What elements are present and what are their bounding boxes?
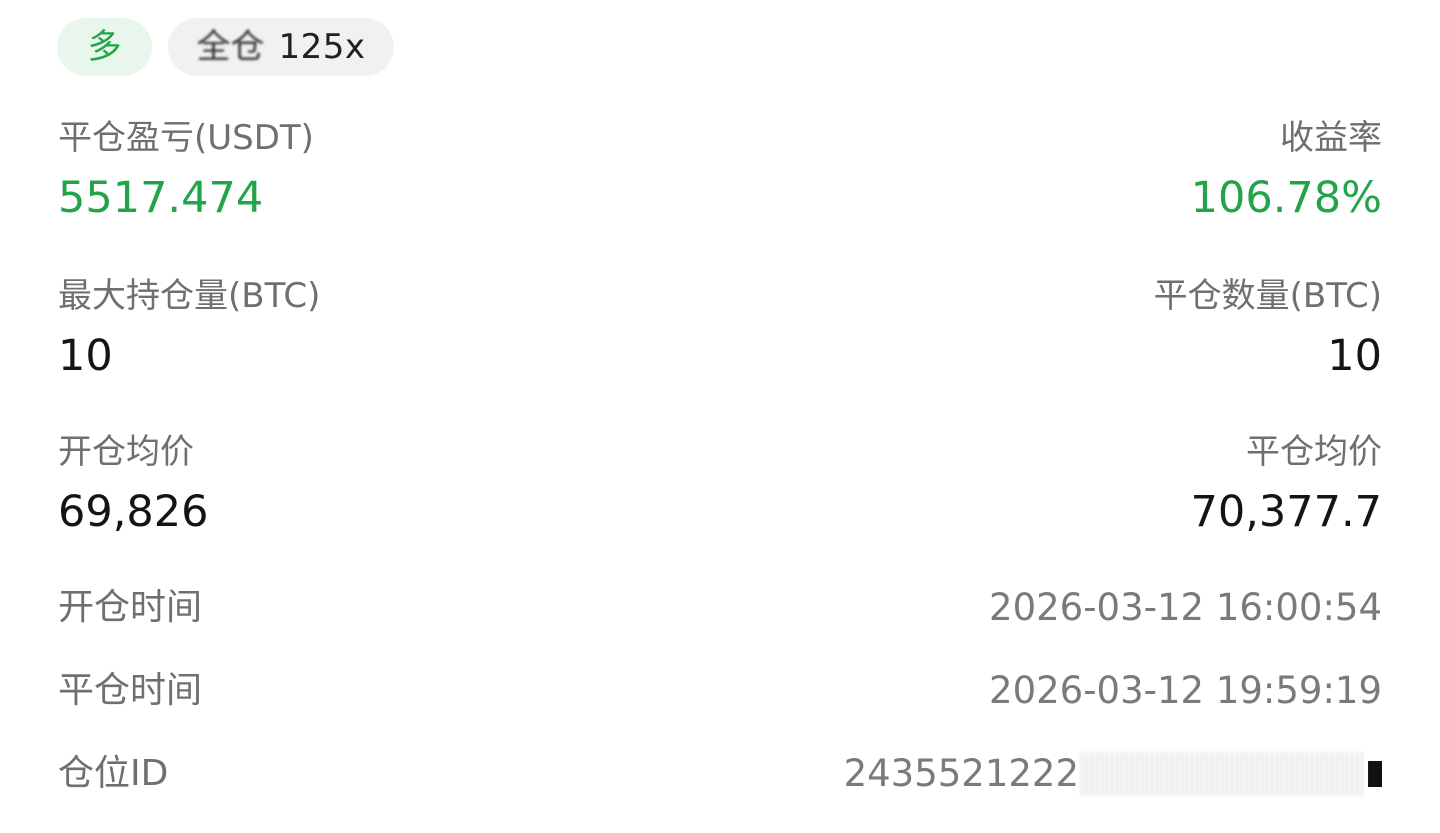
open-time-value: 2026-03-12 16:00:54 bbox=[989, 585, 1382, 629]
avg-open-label: 开仓均价 bbox=[58, 432, 194, 472]
roi-value: 106.78% bbox=[1190, 172, 1382, 223]
position-id-end-mark bbox=[1368, 760, 1382, 787]
close-qty-value: 10 bbox=[1327, 330, 1382, 381]
quantity-row: 最大持仓量(BTC) 10 平仓数量(BTC) 10 bbox=[58, 276, 1382, 382]
position-id-label: 仓位ID bbox=[58, 753, 169, 795]
max-position-label: 最大持仓量(BTC) bbox=[58, 276, 321, 316]
close-time-label: 平仓时间 bbox=[58, 670, 203, 712]
max-position-block: 最大持仓量(BTC) 10 bbox=[58, 276, 320, 382]
avg-close-block: 平仓均价 70,377.7 bbox=[1191, 432, 1382, 538]
open-time-label: 开仓时间 bbox=[58, 587, 203, 629]
position-detail-page: 多 全仓 125x 平仓盈亏(USDT) 5517.474 收益率 106.78… bbox=[0, 0, 1440, 833]
close-qty-block: 平仓数量(BTC) 10 bbox=[1154, 276, 1382, 382]
pnl-block: 平仓盈亏(USDT) 5517.474 bbox=[58, 118, 314, 224]
direction-tag: 多 bbox=[57, 18, 152, 76]
position-id-value[interactable]: 2435521222 bbox=[844, 752, 1079, 796]
pnl-value: 5517.474 bbox=[58, 172, 264, 223]
margin-leverage-tag: 全仓 125x bbox=[168, 18, 394, 76]
margin-mode-label: 全仓 bbox=[196, 27, 265, 67]
close-time-row: 平仓时间 2026-03-12 19:59:19 bbox=[58, 665, 1382, 717]
avg-close-value: 70,377.7 bbox=[1190, 486, 1382, 537]
pnl-row: 平仓盈亏(USDT) 5517.474 收益率 106.78% bbox=[58, 118, 1382, 224]
leverage-label: 125x bbox=[278, 27, 366, 67]
position-id-wrap: 2435521222 bbox=[844, 752, 1382, 796]
avg-open-block: 开仓均价 69,826 bbox=[58, 432, 208, 538]
max-position-value: 10 bbox=[58, 330, 113, 381]
avg-price-row: 开仓均价 69,826 平仓均价 70,377.7 bbox=[58, 432, 1382, 538]
avg-close-label: 平仓均价 bbox=[1246, 432, 1382, 472]
avg-open-value: 69,826 bbox=[58, 486, 209, 537]
position-id-redaction bbox=[1081, 751, 1366, 796]
open-time-row: 开仓时间 2026-03-12 16:00:54 bbox=[58, 582, 1382, 634]
direction-label: 多 bbox=[87, 27, 122, 67]
roi-label: 收益率 bbox=[1280, 118, 1382, 158]
close-qty-label: 平仓数量(BTC) bbox=[1153, 276, 1382, 316]
position-id-row: 仓位ID 2435521222 bbox=[58, 748, 1382, 800]
tag-row: 多 全仓 125x bbox=[57, 18, 394, 76]
pnl-label: 平仓盈亏(USDT) bbox=[58, 118, 314, 158]
close-time-value: 2026-03-12 19:59:19 bbox=[989, 668, 1382, 712]
roi-block: 收益率 106.78% bbox=[1191, 118, 1382, 224]
